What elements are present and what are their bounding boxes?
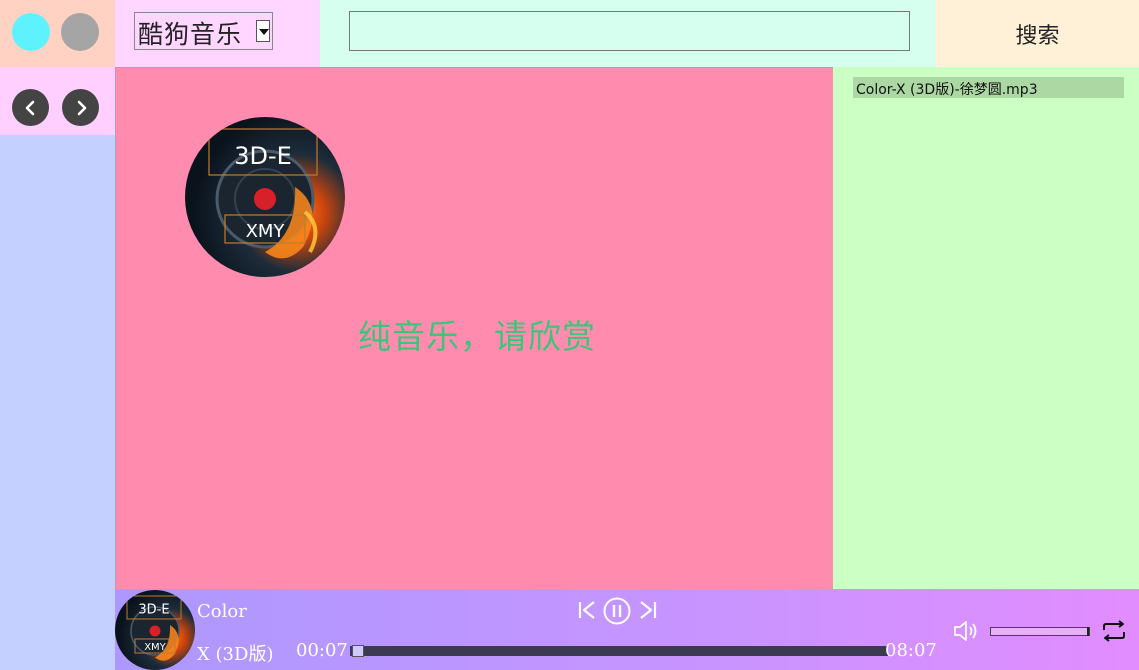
chevron-left-icon	[25, 100, 34, 115]
album-art-thumbnail[interactable]: 3D-E XMY	[115, 590, 195, 670]
gray-window-button[interactable]	[61, 13, 99, 51]
thumbnail-top-text: 3D-E	[138, 603, 169, 618]
repeat-icon	[1103, 620, 1125, 642]
volume-button[interactable]	[952, 618, 980, 644]
album-art-bottom-text: XMY	[246, 221, 286, 242]
music-source-dropdown[interactable]: 酷狗音乐	[134, 12, 273, 50]
forward-button[interactable]	[62, 89, 99, 126]
volume-slider[interactable]	[990, 627, 1090, 636]
cyan-window-button[interactable]	[12, 13, 50, 51]
previous-button[interactable]	[576, 599, 598, 621]
lyrics-text: 纯音乐，请欣赏	[358, 317, 596, 356]
pause-icon	[603, 597, 631, 625]
back-button[interactable]	[12, 89, 49, 126]
music-source-value: 酷狗音乐	[138, 20, 243, 49]
song-subtitle: X (3D版)	[197, 644, 274, 665]
album-art-thumbnail-image: 3D-E XMY	[126, 595, 182, 661]
time-elapsed: 00:07	[296, 640, 348, 661]
playlist-panel	[833, 67, 1139, 589]
album-art: 3D-E XMY	[185, 117, 345, 277]
album-art-image: 3D-E XMY	[208, 128, 318, 259]
song-title: Color	[197, 601, 247, 622]
search-input[interactable]	[349, 11, 910, 51]
skip-next-icon	[640, 601, 657, 619]
progress-handle[interactable]	[351, 645, 364, 657]
loop-button[interactable]	[1100, 619, 1128, 643]
volume-icon	[954, 621, 977, 641]
time-total: 08:07	[885, 640, 937, 661]
album-art-top-text: 3D-E	[234, 142, 292, 170]
dropdown-arrow-icon[interactable]	[256, 20, 270, 42]
skip-previous-icon	[578, 601, 595, 619]
thumbnail-bottom-text: XMY	[144, 642, 166, 653]
left-panel	[0, 135, 115, 670]
progress-bar[interactable]	[350, 646, 888, 656]
next-button[interactable]	[637, 599, 659, 621]
search-button[interactable]: 搜索	[936, 0, 1139, 67]
play-pause-button[interactable]	[602, 596, 632, 626]
volume-handle[interactable]	[1087, 627, 1089, 636]
playlist-item[interactable]: Color-X (3D版)-徐梦圆.mp3	[853, 77, 1124, 98]
chevron-right-icon	[77, 100, 86, 115]
